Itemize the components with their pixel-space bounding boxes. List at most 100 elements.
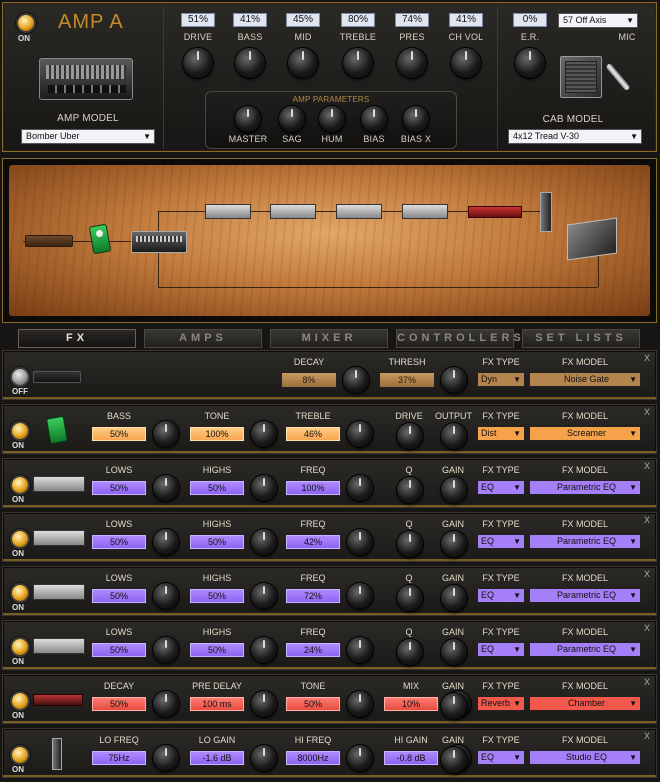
fx-knob[interactable] [441, 585, 467, 611]
er-knob[interactable] [515, 48, 545, 78]
fx-knob[interactable] [441, 477, 467, 503]
fx-param-value[interactable]: 100 ms [189, 696, 245, 712]
fx-param-value[interactable]: 50% [91, 642, 147, 658]
close-icon[interactable]: X [644, 407, 650, 417]
fx-knob[interactable] [441, 693, 467, 719]
chain-eq-2[interactable] [270, 204, 316, 219]
fx-knob[interactable] [397, 531, 423, 557]
tab-fx[interactable]: FX [18, 329, 136, 348]
fx-power-button[interactable] [12, 423, 28, 439]
tab-amps[interactable]: AMPS [144, 329, 262, 348]
fx-param-value[interactable]: -1.6 dB [189, 750, 245, 766]
chain-noise-gate[interactable] [25, 235, 73, 247]
fx-type-select[interactable]: Dist ▼ [477, 426, 525, 441]
amp-knob[interactable] [183, 48, 213, 78]
amp-knob[interactable] [235, 48, 265, 78]
amp-knob[interactable] [343, 48, 373, 78]
tab-mixer[interactable]: MIXER [270, 329, 388, 348]
fx-power-button[interactable] [12, 639, 28, 655]
mic-select[interactable]: 57 Off Axis ▼ [558, 13, 638, 28]
fx-param-value[interactable]: 75Hz [91, 750, 147, 766]
chain-cab[interactable] [567, 217, 617, 261]
cab-model-select[interactable]: 4x12 Tread V-30 ▼ [508, 129, 642, 144]
chain-eq-4[interactable] [402, 204, 448, 219]
close-icon[interactable]: X [644, 515, 650, 525]
fx-model-select[interactable]: Parametric EQ ▼ [529, 534, 641, 549]
fx-knob[interactable] [251, 745, 277, 771]
fx-param-value[interactable]: 24% [285, 642, 341, 658]
fx-model-select[interactable]: Parametric EQ ▼ [529, 588, 641, 603]
fx-power-button[interactable] [12, 585, 28, 601]
fx-knob[interactable] [251, 583, 277, 609]
fx-knob[interactable] [347, 475, 373, 501]
fx-type-select[interactable]: EQ ▼ [477, 750, 525, 765]
chain-eq-1[interactable] [205, 204, 251, 219]
fx-model-select[interactable]: Screamer ▼ [529, 426, 641, 441]
fx-param-value[interactable]: 10% [383, 696, 439, 712]
fx-model-select[interactable]: Parametric EQ ▼ [529, 642, 641, 657]
fx-knob[interactable] [347, 637, 373, 663]
tab-controllers[interactable]: CONTROLLERS [396, 329, 521, 348]
fx-power-button[interactable] [12, 747, 28, 763]
fx-knob[interactable] [441, 367, 467, 393]
fx-knob[interactable] [347, 421, 373, 447]
fx-knob[interactable] [441, 639, 467, 665]
amp-knob-value[interactable]: 41% [233, 13, 267, 27]
fx-param-value[interactable]: 50% [285, 696, 341, 712]
amp-knob-value[interactable]: 80% [341, 13, 375, 27]
fx-power-button[interactable] [12, 477, 28, 493]
fx-type-select[interactable]: Dyn ▼ [477, 372, 525, 387]
fx-param-value[interactable]: 8000Hz [285, 750, 341, 766]
close-icon[interactable]: X [644, 731, 650, 741]
amp-param-knob[interactable] [319, 106, 345, 132]
amp-param-knob[interactable] [279, 106, 305, 132]
fx-knob[interactable] [397, 477, 423, 503]
amp-param-knob[interactable] [403, 106, 429, 132]
chain-eq-3[interactable] [336, 204, 382, 219]
fx-knob[interactable] [153, 475, 179, 501]
fx-type-select[interactable]: EQ ▼ [477, 480, 525, 495]
amp-param-knob[interactable] [361, 106, 387, 132]
fx-param-value[interactable]: 50% [189, 480, 245, 496]
amp-knob-value[interactable]: 41% [449, 13, 483, 27]
fx-knob[interactable] [153, 691, 179, 717]
fx-power-button[interactable] [12, 531, 28, 547]
fx-knob[interactable] [397, 585, 423, 611]
chain-reverb[interactable] [468, 206, 522, 218]
fx-model-select[interactable]: Parametric EQ ▼ [529, 480, 641, 495]
fx-knob[interactable] [251, 637, 277, 663]
fx-param-value[interactable]: 50% [91, 696, 147, 712]
fx-param-value[interactable]: 50% [189, 534, 245, 550]
fx-knob[interactable] [153, 421, 179, 447]
fx-param-value[interactable]: 42% [285, 534, 341, 550]
fx-knob[interactable] [153, 583, 179, 609]
fx-knob[interactable] [441, 531, 467, 557]
fx-param-value[interactable]: 50% [91, 426, 147, 442]
fx-param-value[interactable]: 8% [281, 372, 337, 388]
amp-param-knob[interactable] [235, 106, 261, 132]
fx-knob[interactable] [347, 583, 373, 609]
fx-power-button[interactable] [12, 693, 28, 709]
fx-knob[interactable] [441, 423, 467, 449]
tab-set-lists[interactable]: SET LISTS [522, 329, 640, 348]
fx-param-value[interactable]: 100% [285, 480, 341, 496]
fx-knob[interactable] [153, 637, 179, 663]
fx-type-select[interactable]: EQ ▼ [477, 642, 525, 657]
fx-type-select[interactable]: EQ ▼ [477, 534, 525, 549]
fx-knob[interactable] [153, 529, 179, 555]
fx-model-select[interactable]: Chamber ▼ [529, 696, 641, 711]
fx-knob[interactable] [397, 639, 423, 665]
fx-param-value[interactable]: -0.8 dB [383, 750, 439, 766]
amp-knob-value[interactable]: 51% [181, 13, 215, 27]
fx-param-value[interactable]: 100% [189, 426, 245, 442]
fx-power-button[interactable] [12, 369, 28, 385]
fx-knob[interactable] [347, 745, 373, 771]
amp-power-button[interactable] [18, 15, 34, 31]
fx-model-select[interactable]: Studio EQ ▼ [529, 750, 641, 765]
fx-knob[interactable] [251, 475, 277, 501]
fx-param-value[interactable]: 37% [379, 372, 435, 388]
fx-knob[interactable] [251, 529, 277, 555]
close-icon[interactable]: X [644, 461, 650, 471]
amp-knob[interactable] [288, 48, 318, 78]
close-icon[interactable]: X [644, 677, 650, 687]
